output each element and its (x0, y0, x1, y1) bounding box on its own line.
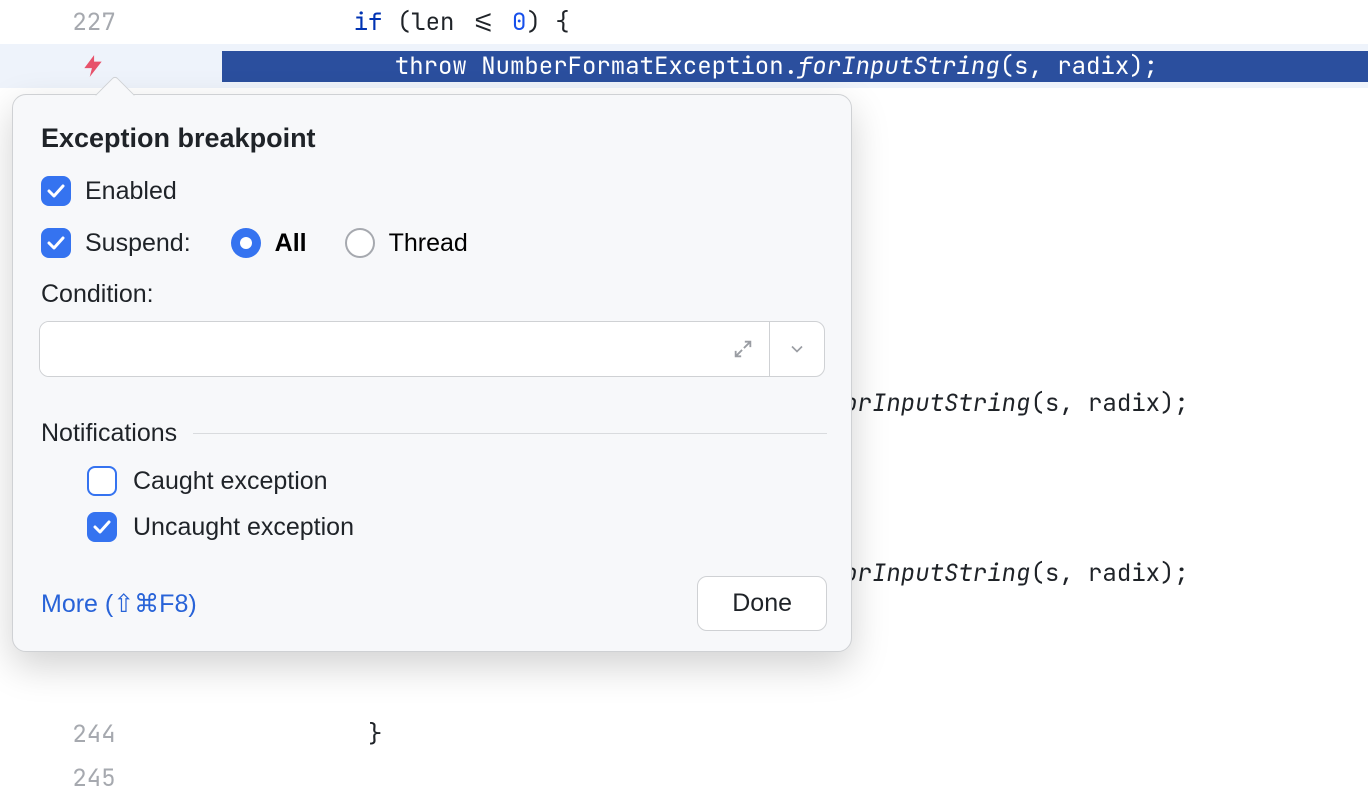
exception-breakpoint-popup: Exception breakpoint Enabled Suspend: Al… (12, 94, 852, 652)
more-link[interactable]: More (⇧⌘F8) (41, 589, 197, 619)
line-number: 227 (62, 7, 126, 38)
caught-label: Caught exception (133, 467, 328, 496)
condition-input[interactable] (40, 322, 716, 376)
suspend-all-radio[interactable] (231, 228, 261, 258)
uncaught-label: Uncaught exception (133, 513, 354, 542)
expand-icon[interactable] (716, 322, 770, 376)
code-text[interactable]: } (224, 719, 1368, 750)
exception-breakpoint-icon[interactable] (62, 53, 124, 79)
suspend-row: Suspend: All Thread (41, 228, 827, 258)
line-number: 244 (62, 719, 126, 750)
suspend-thread-label: Thread (389, 229, 468, 258)
code-line-245: 245 (0, 756, 1368, 800)
code-text-highlighted[interactable]: throw NumberFormatException.forInputStri… (222, 51, 1368, 82)
suspend-all-label: All (275, 229, 307, 258)
chevron-down-icon[interactable] (770, 322, 824, 376)
code-line-227: 227 if (len <= 0) { (0, 0, 1368, 44)
popup-footer: More (⇧⌘F8) Done (37, 576, 827, 631)
popup-title: Exception breakpoint (41, 123, 827, 154)
code-text[interactable]: if (len <= 0) { (224, 7, 1368, 38)
enabled-label: Enabled (85, 177, 177, 206)
code-line-228: throw NumberFormatException.forInputStri… (0, 44, 1368, 88)
enabled-checkbox[interactable] (41, 176, 71, 206)
done-button[interactable]: Done (697, 576, 827, 631)
divider (193, 433, 827, 434)
notifications-heading: Notifications (41, 419, 827, 448)
suspend-checkbox[interactable] (41, 228, 71, 258)
suspend-label: Suspend: (85, 229, 191, 258)
suspend-thread-radio[interactable] (345, 228, 375, 258)
caught-checkbox[interactable] (87, 466, 117, 496)
caught-row: Caught exception (87, 466, 827, 496)
line-number: 245 (62, 763, 126, 794)
code-line-244: 244 } (0, 712, 1368, 756)
code-editor: 227 if (len <= 0) { throw NumberFormatEx… (0, 0, 1368, 800)
uncaught-checkbox[interactable] (87, 512, 117, 542)
condition-label: Condition: (41, 280, 827, 309)
condition-field (39, 321, 825, 377)
notifications-label: Notifications (41, 419, 177, 448)
uncaught-row: Uncaught exception (87, 512, 827, 542)
enabled-row: Enabled (41, 176, 827, 206)
